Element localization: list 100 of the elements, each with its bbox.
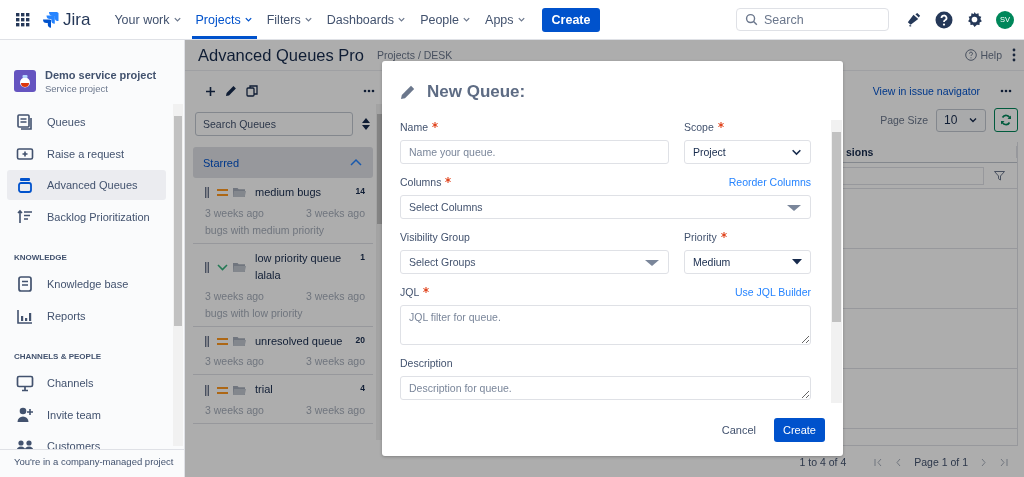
sidebar-item[interactable]: Invite team — [7, 399, 166, 430]
field-label: Description — [400, 356, 453, 370]
add-person-icon — [16, 405, 34, 424]
scrollbar[interactable] — [831, 120, 842, 403]
queue-item[interactable]: unresolved queue 20 3 weeks ago 3 weeks ago — [193, 326, 373, 376]
dropdown-field[interactable]: Medium — [684, 250, 811, 274]
breadcrumb[interactable]: Projects / DESK — [377, 49, 453, 61]
pencil-icon[interactable] — [225, 85, 237, 97]
sidebar-item[interactable]: Advanced Queues — [7, 170, 166, 200]
field-link[interactable]: Use JQL Builder — [734, 285, 811, 299]
caret-down-icon — [644, 257, 660, 267]
name-field[interactable]: Name your queue. — [400, 140, 669, 164]
issue-navigator-link[interactable]: View in issue navigator — [872, 85, 980, 97]
search-field[interactable]: Search — [736, 8, 889, 31]
drag-handle-icon[interactable] — [205, 187, 209, 199]
issue-count: 20 — [355, 334, 365, 345]
row-count: 1 to 4 of 4 — [799, 456, 847, 468]
more-icon[interactable] — [1012, 48, 1016, 62]
caret-down-icon — [792, 259, 802, 265]
scrollbar[interactable] — [173, 104, 183, 446]
app-switcher-icon[interactable] — [16, 12, 30, 27]
text-area[interactable]: JQL filter for queue. — [400, 305, 811, 345]
stack-icon — [16, 176, 34, 194]
settings-icon[interactable] — [966, 11, 983, 28]
project-name[interactable]: Demo service project — [45, 68, 157, 81]
created-date: 3 weeks ago — [205, 403, 264, 416]
page-indicator: Page 1 of 1 — [914, 456, 968, 468]
folder-icon — [233, 336, 246, 348]
help-link[interactable]: Help — [965, 49, 1002, 61]
help-icon[interactable] — [935, 10, 953, 29]
dialog-title: New Queue: — [427, 82, 526, 102]
multi-select-field[interactable]: Select Columns — [400, 195, 811, 219]
create-button[interactable]: Create — [541, 7, 601, 32]
queue-name: trial — [255, 382, 274, 398]
sidebar-item[interactable]: Channels — [7, 368, 166, 398]
nav-menu-item[interactable]: Dashboards — [322, 0, 411, 39]
more-icon[interactable] — [363, 89, 375, 93]
queue-item[interactable]: trial 4 3 weeks ago 3 weeks ago — [193, 375, 373, 424]
queue-description: bugs with low priority — [205, 306, 304, 319]
page-size-select[interactable]: 10 — [936, 108, 986, 132]
created-date: 3 weeks ago — [205, 355, 264, 368]
folder-icon — [233, 187, 246, 199]
nav-menu-item[interactable]: People — [416, 0, 476, 39]
queue-item[interactable]: medium bugs 14 3 weeks ago 3 weeks ago bugs with medium priority — [193, 178, 373, 244]
drag-handle-icon[interactable] — [205, 261, 209, 273]
footer-note: You're in a company-managed project — [13, 455, 175, 469]
updated-date: 3 weeks ago — [306, 403, 365, 416]
chevron-down-icon — [303, 15, 313, 24]
document-icon — [16, 275, 34, 293]
sidebar-item[interactable]: Backlog Prioritization — [7, 201, 166, 232]
sidebar-item[interactable]: Queues — [7, 107, 166, 137]
refresh-button[interactable] — [994, 108, 1018, 132]
help-icon — [965, 49, 978, 61]
sidebar-item[interactable]: Reports — [7, 300, 166, 331]
monitor-icon — [16, 374, 34, 392]
created-date: 3 weeks ago — [205, 289, 264, 302]
nav-menu-item[interactable]: Apps — [481, 0, 530, 39]
updated-date: 3 weeks ago — [306, 206, 365, 219]
sidebar-item[interactable]: Knowledge base — [7, 269, 166, 299]
filter-icon[interactable] — [994, 170, 1005, 181]
queue-name: medium bugs — [255, 185, 323, 200]
cancel-button[interactable]: Cancel — [721, 424, 756, 436]
field-label: JQL — [400, 285, 420, 299]
create-button[interactable]: Create — [773, 418, 825, 442]
pencil-icon — [400, 84, 416, 100]
select-field[interactable]: Project — [684, 140, 811, 164]
field-link[interactable]: Reorder Columns — [728, 175, 811, 189]
copy-icon[interactable] — [246, 85, 258, 97]
chevron-down-icon — [397, 15, 407, 24]
project-type: Service project — [45, 82, 109, 94]
created-date: 3 weeks ago — [205, 206, 264, 219]
field-label: Columns — [400, 175, 442, 189]
updated-date: 3 weeks ago — [306, 355, 365, 368]
sort-icon — [16, 207, 34, 226]
sort-icon[interactable] — [362, 118, 370, 130]
nav-menu-item[interactable]: Filters — [262, 0, 317, 39]
queues-icon — [16, 113, 34, 131]
drag-handle-icon[interactable] — [205, 384, 209, 396]
add-icon[interactable] — [205, 85, 216, 97]
sidebar-item[interactable]: Raise a request — [7, 138, 166, 169]
search-field[interactable]: Search Queues — [195, 112, 353, 136]
nav-menu-item[interactable]: Your work — [110, 0, 186, 39]
folder-icon — [233, 261, 246, 273]
chevron-down-icon — [243, 15, 253, 24]
project-icon — [14, 70, 36, 92]
more-icon[interactable] — [1000, 89, 1012, 93]
updated-date: 3 weeks ago — [306, 289, 365, 302]
multi-select-field[interactable]: Select Groups — [400, 250, 669, 274]
field-label: Priority — [684, 230, 717, 244]
field-label: Visibility Group — [400, 230, 470, 244]
group-header[interactable]: Starred — [193, 147, 373, 178]
caret-down-icon — [786, 202, 802, 212]
refresh-icon — [1000, 114, 1012, 126]
drag-handle-icon[interactable] — [205, 336, 209, 348]
issue-count: 14 — [355, 186, 365, 196]
text-area[interactable]: Description for queue. — [400, 376, 811, 400]
jira-logo[interactable]: Jira — [42, 9, 91, 30]
queue-item[interactable]: low priority queue lalala 1 3 weeks ago 3 weeks ago bugs with low priority — [193, 243, 373, 327]
chevron-down-icon — [172, 15, 182, 24]
field-label: Name — [400, 120, 428, 134]
